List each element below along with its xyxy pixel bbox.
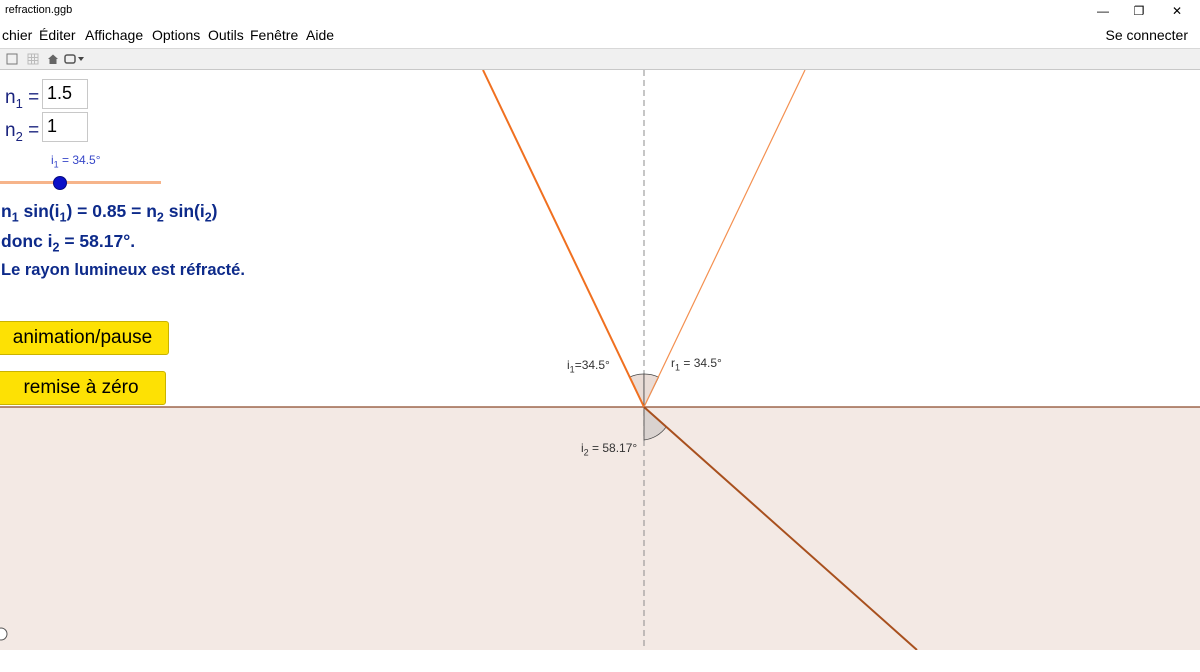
undo-redo-icon[interactable] <box>64 53 90 65</box>
n1-input[interactable]: 1.5 <box>42 79 88 109</box>
reflected-ray <box>643 70 806 408</box>
menu-bar: chier Éditer Affichage Options Outils Fe… <box>0 24 1200 48</box>
bottom-strip <box>0 650 1200 672</box>
home-icon[interactable] <box>47 53 59 65</box>
menu-fenetre[interactable]: Fenêtre <box>250 27 298 43</box>
minimize-icon: — <box>1097 4 1109 18</box>
reflected-angle-label: r1 = 34.5° <box>671 356 722 373</box>
close-button[interactable]: ✕ <box>1154 0 1200 22</box>
menu-editer[interactable]: Éditer <box>39 27 76 43</box>
incident-angle-label: i1=34.5° <box>567 358 610 375</box>
style-toolbar <box>0 48 1200 70</box>
n2-input[interactable]: 1 <box>42 112 88 142</box>
snell-equation: n1 sin(i1) = 0.85 = n2 sin(i2) <box>1 201 218 225</box>
restore-icon: ❐ <box>1133 4 1145 18</box>
window-title: refraction.ggb <box>5 4 73 16</box>
angle-slider-knob[interactable] <box>53 176 67 190</box>
play-icon[interactable] <box>0 627 8 641</box>
angle-slider-track[interactable] <box>0 181 161 184</box>
menu-outils[interactable]: Outils <box>208 27 244 43</box>
graphics-view-icon[interactable] <box>6 53 18 65</box>
n2-label: n2 = <box>5 120 40 144</box>
conclusion-text: Le rayon lumineux est réfracté. <box>1 261 245 279</box>
title-bar: refraction.ggb — ❐ ✕ <box>0 0 1200 24</box>
slider-label: i1 = 34.5° <box>51 153 101 170</box>
menu-affichage[interactable]: Affichage <box>85 27 143 43</box>
incident-ray <box>482 70 645 408</box>
reset-button[interactable]: remise à zéro <box>0 371 166 405</box>
n1-label: n1 = <box>5 87 40 111</box>
animation-pause-button[interactable]: animation/pause <box>0 321 169 355</box>
menu-aide[interactable]: Aide <box>306 27 334 43</box>
result-angle-text: donc i2 = 58.17°. <box>1 231 136 255</box>
graphics-view[interactable]: n1 = 1.5 n2 = 1 i1 = 34.5° n1 sin(i1) = … <box>0 70 1200 650</box>
menu-fichier[interactable]: chier <box>2 27 32 43</box>
menu-options[interactable]: Options <box>152 27 200 43</box>
grid-icon[interactable] <box>27 53 39 65</box>
close-icon: ✕ <box>1171 4 1183 18</box>
sign-in-link[interactable]: Se connecter <box>1106 27 1189 43</box>
refracted-ray <box>643 406 918 650</box>
refracted-angle-label: i2 = 58.17° <box>581 441 638 458</box>
